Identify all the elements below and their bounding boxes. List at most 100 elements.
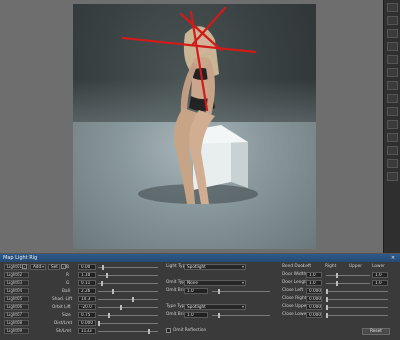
select-icon[interactable]: [386, 3, 398, 12]
orbit-icon[interactable]: [386, 159, 398, 168]
param-field[interactable]: 0.000: [78, 320, 96, 326]
bend-left-label: Left: [303, 264, 312, 269]
param-slider[interactable]: [98, 329, 158, 334]
door-length-label: Door Length: [282, 280, 309, 285]
render-view[interactable]: [73, 4, 316, 249]
bend-right-label: Right: [325, 264, 337, 269]
param-field[interactable]: 1133: [78, 328, 96, 334]
close-lower-slider[interactable]: [326, 313, 388, 318]
pan-icon[interactable]: [386, 146, 398, 155]
slider-knob[interactable]: [336, 281, 338, 286]
close-left-label: Close Left: [282, 288, 304, 293]
slider-knob[interactable]: [101, 281, 103, 286]
settings-icon[interactable]: [386, 94, 398, 103]
param-slider[interactable]: [98, 297, 158, 302]
param-label: Orbit Lift: [52, 305, 71, 310]
param-row-6: Orbit Lift -20.0: [32, 304, 162, 311]
door-width-slider[interactable]: [326, 273, 370, 278]
param-slider[interactable]: [98, 281, 158, 286]
slider-knob[interactable]: [108, 313, 110, 318]
door-length-field[interactable]: 1.0: [306, 280, 322, 286]
param-row-5: Shad. Lift 14.3: [32, 296, 162, 303]
omit-bright-field[interactable]: 1.0: [184, 288, 208, 294]
reset-button[interactable]: Reset: [362, 328, 390, 335]
omit-reflection-checkbox[interactable]: [166, 328, 171, 333]
param-field[interactable]: 2.26: [78, 288, 96, 294]
slider-knob[interactable]: [326, 289, 328, 294]
close-upper-field[interactable]: 0.000: [306, 304, 322, 310]
door-width-field[interactable]: 1.0: [306, 272, 322, 278]
param-slider[interactable]: [98, 321, 158, 326]
param-slider[interactable]: [98, 289, 158, 294]
camera-icon[interactable]: [386, 55, 398, 64]
light-item-5[interactable]: Light05: [4, 296, 29, 302]
close-lower-field[interactable]: 0.000: [306, 312, 322, 318]
chevron-down-icon: ▾: [241, 280, 244, 285]
slider-knob[interactable]: [336, 273, 338, 278]
slider-knob[interactable]: [326, 297, 328, 302]
slider-knob[interactable]: [120, 305, 122, 310]
omit-bright2-slider[interactable]: [212, 313, 270, 318]
slider-knob[interactable]: [112, 289, 114, 294]
grid-icon[interactable]: [386, 107, 398, 116]
param-slider[interactable]: [98, 313, 158, 318]
param-field[interactable]: 0.75: [78, 312, 96, 318]
light01-checkbox[interactable]: ✓: [22, 264, 27, 269]
omit-type-dropdown[interactable]: None ▾: [184, 280, 246, 286]
param-field[interactable]: 0.00: [78, 264, 96, 270]
slider-knob[interactable]: [218, 289, 220, 294]
param-field[interactable]: 0.11: [78, 280, 96, 286]
move-icon[interactable]: [386, 16, 398, 25]
slider-knob[interactable]: [102, 265, 104, 270]
light-item-7[interactable]: Light07: [4, 312, 29, 318]
param-slider[interactable]: [98, 265, 158, 270]
scale-icon[interactable]: [386, 42, 398, 51]
3d-viewport[interactable]: [0, 0, 400, 254]
param-field[interactable]: 14.3: [78, 296, 96, 302]
slider-knob[interactable]: [98, 321, 100, 326]
close-left-slider[interactable]: [326, 289, 388, 294]
door-length-extra-field[interactable]: 1.0: [372, 280, 388, 286]
type-type-dropdown[interactable]: Spotlight ▾: [184, 304, 246, 310]
light-item-2[interactable]: Light02: [4, 272, 29, 278]
layers-icon[interactable]: [386, 120, 398, 129]
close-right-field[interactable]: 0.000: [306, 296, 322, 302]
door-length-slider[interactable]: [326, 281, 370, 286]
bend-lower-label: Lower: [372, 264, 385, 269]
close-lower-label: Close Lower: [282, 312, 308, 317]
light-rig-panel: Map Light Rig × Light01 Light02 Light03 …: [0, 253, 400, 340]
light-item-8[interactable]: Light08: [4, 320, 29, 326]
slider-knob[interactable]: [326, 313, 328, 318]
param-row-1: B 0.00: [32, 264, 162, 271]
frame-icon[interactable]: [386, 172, 398, 181]
rotate-icon[interactable]: [386, 29, 398, 38]
omit-bright2-field[interactable]: 1.0: [184, 312, 208, 318]
close-icon[interactable]: ×: [389, 255, 397, 261]
light-type-dropdown[interactable]: Spotlight ▾: [184, 264, 246, 270]
param-label: Dist/Lmt: [54, 321, 73, 326]
light-item-9[interactable]: Light09: [4, 328, 29, 334]
slider-knob[interactable]: [218, 313, 220, 318]
slider-knob[interactable]: [106, 273, 108, 278]
close-right-slider[interactable]: [326, 297, 388, 302]
light-icon[interactable]: [386, 68, 398, 77]
zoom-icon[interactable]: [386, 133, 398, 142]
param-field[interactable]: 1.10: [78, 272, 96, 278]
light-item-6[interactable]: Light06: [4, 304, 29, 310]
render-icon[interactable]: [386, 81, 398, 90]
close-upper-slider[interactable]: [326, 305, 388, 310]
door-width-extra-field[interactable]: 1.0: [372, 272, 388, 278]
slider-knob[interactable]: [148, 329, 150, 334]
param-slider[interactable]: [98, 273, 158, 278]
close-left-field[interactable]: 0.000: [306, 288, 322, 294]
omit-reflection-label: Omit Reflection: [173, 328, 207, 333]
param-field[interactable]: -20.0: [78, 304, 96, 310]
panel-titlebar[interactable]: Map Light Rig ×: [0, 254, 400, 262]
omit-bright-slider[interactable]: [212, 289, 270, 294]
slider-knob[interactable]: [326, 305, 328, 310]
panel-title: Map Light Rig: [3, 255, 38, 261]
slider-knob[interactable]: [132, 297, 134, 302]
light-item-3[interactable]: Light03: [4, 280, 29, 286]
light-item-4[interactable]: Light04: [4, 288, 29, 294]
param-slider[interactable]: [98, 305, 158, 310]
